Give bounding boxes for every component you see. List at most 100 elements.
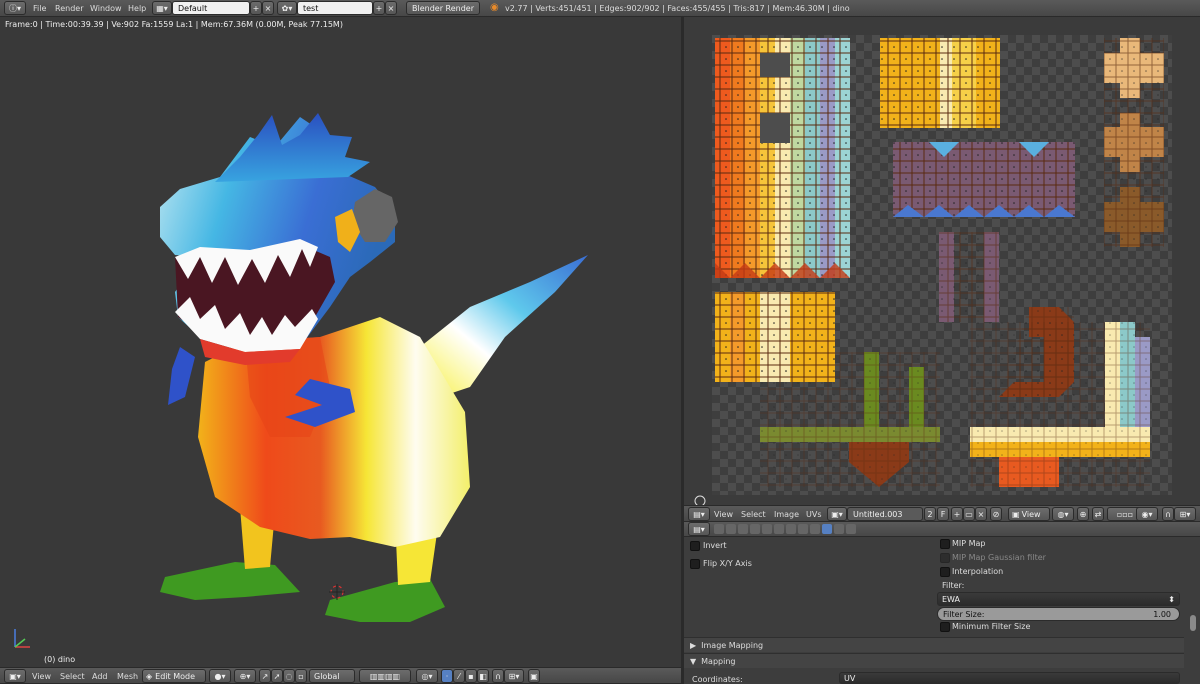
data-tab-icon[interactable]	[798, 524, 808, 534]
uv-island-flowers[interactable]	[1104, 38, 1164, 247]
scene-tab-icon[interactable]	[738, 524, 748, 534]
mipmap-gaussian-checkbox[interactable]	[940, 553, 950, 563]
uv-island-right-bottom[interactable]	[970, 322, 1150, 487]
scale-manipulator[interactable]: ▫	[295, 669, 307, 683]
menu-window[interactable]: Window	[90, 4, 122, 13]
uv-menu-image[interactable]: Image	[774, 510, 799, 519]
editor-type-3d-button[interactable]: ▣▾	[4, 669, 26, 683]
filter-dropdown[interactable]: EWA ⬍	[937, 592, 1180, 606]
minimum-filter-size-checkbox[interactable]	[940, 622, 950, 632]
uv-menu-select[interactable]: Select	[741, 510, 766, 519]
mode-dropdown[interactable]: ◈ Edit Mode	[142, 669, 206, 683]
rotate-manipulator[interactable]: ◌	[283, 669, 295, 683]
coordinates-dropdown[interactable]: UV	[839, 672, 1180, 684]
uv-island-strips[interactable]	[939, 232, 999, 322]
particles-tab-icon[interactable]	[834, 524, 844, 534]
material-tab-icon[interactable]	[810, 524, 820, 534]
mapping-panel-header[interactable]: ▼ Mapping	[684, 653, 1184, 668]
uv-island-top-middle[interactable]	[880, 38, 1000, 128]
remove-layout-button[interactable]: ×	[262, 1, 274, 15]
render-engine-dropdown[interactable]: Blender Render	[406, 1, 480, 15]
editor-type-info-button[interactable]: ⓘ▾	[4, 1, 26, 15]
menu-view[interactable]: View	[32, 672, 51, 681]
proportional-edit-button[interactable]: ◎▾	[416, 669, 438, 683]
new-image-button[interactable]: +	[951, 507, 963, 521]
uv-image-editor[interactable]	[684, 17, 1200, 505]
sync-selection-button[interactable]: ⇄	[1092, 507, 1104, 521]
flip-xy-checkbox[interactable]	[690, 559, 700, 569]
add-scene-button[interactable]: +	[373, 1, 385, 15]
scene-icon-button[interactable]: ✿▾	[277, 1, 297, 15]
uv-island-green[interactable]	[760, 352, 940, 487]
modifiers-tab-icon[interactable]	[786, 524, 796, 534]
face-select-button[interactable]: ▪	[465, 669, 477, 683]
3d-viewport[interactable]: Frame:0 | Time:00:39.39 | Ve:902 Fa:1559…	[0, 17, 681, 667]
object-tab-icon[interactable]	[762, 524, 772, 534]
uv-menu-view[interactable]: View	[714, 510, 733, 519]
fake-user-button[interactable]: F	[937, 507, 949, 521]
image-name-field[interactable]: Untitled.003	[847, 507, 923, 521]
screen-layout-field[interactable]: Default	[172, 1, 250, 15]
constraints-tab-icon[interactable]	[774, 524, 784, 534]
invert-checkbox[interactable]	[690, 541, 700, 551]
menu-mesh[interactable]: Mesh	[117, 672, 138, 681]
coordinates-value: UV	[844, 673, 856, 683]
interpolation-checkbox[interactable]	[940, 567, 950, 577]
remove-scene-button[interactable]: ×	[385, 1, 397, 15]
unlink-image-button[interactable]: ×	[975, 507, 987, 521]
orientation-dropdown[interactable]: Global	[309, 669, 355, 683]
uv-menu-uvs[interactable]: UVs	[806, 510, 822, 519]
collapsed-arrow-icon: ▶	[690, 640, 697, 650]
vertex-select-button[interactable]: ·	[441, 669, 453, 683]
menu-render[interactable]: Render	[55, 4, 83, 13]
properties-scrollbar[interactable]	[1190, 615, 1196, 631]
menu-add[interactable]: Add	[92, 672, 108, 681]
layer-buttons[interactable]: ▥▥▥▥	[359, 669, 411, 683]
editor-type-uv-button[interactable]: ▤▾	[688, 507, 710, 521]
translate-manipulator[interactable]: ➚	[271, 669, 283, 683]
add-layout-button[interactable]: +	[250, 1, 262, 15]
dino-model[interactable]	[0, 17, 681, 667]
property-context-tabs[interactable]	[714, 524, 856, 534]
render-layers-tab-icon[interactable]	[726, 524, 736, 534]
editor-type-properties-button[interactable]: ▤▾	[688, 522, 710, 536]
physics-tab-icon[interactable]	[846, 524, 856, 534]
snap-element-dropdown[interactable]: ⊞▾	[504, 669, 524, 683]
users-count[interactable]: 2	[924, 507, 936, 521]
invert-label: Invert	[703, 541, 727, 550]
mipmap-checkbox[interactable]	[940, 539, 950, 549]
edge-select-button[interactable]: ⁄	[453, 669, 465, 683]
occlude-icon: ◧	[479, 671, 487, 681]
pin-image-button[interactable]: ⊘	[990, 507, 1002, 521]
image-browse-button[interactable]: ▣▾	[827, 507, 847, 521]
screen-layout-icon-button[interactable]: ▦▾	[152, 1, 172, 15]
render-preview-button[interactable]: ▣	[528, 669, 540, 683]
uv-snap-toggle[interactable]: ∩	[1162, 507, 1174, 521]
display-channels-button[interactable]: ◍▾	[1052, 507, 1074, 521]
top-info-bar: ⓘ▾ File Render Window Help ▦▾ Default + …	[0, 0, 1200, 17]
uv-island-body[interactable]	[715, 38, 850, 278]
filter-size-field[interactable]: Filter Size: 1.00	[937, 607, 1180, 621]
menu-file[interactable]: File	[33, 4, 46, 13]
uv-island-purple[interactable]	[893, 142, 1075, 217]
pivot-dropdown[interactable]: ⊕▾	[234, 669, 256, 683]
uv-islands[interactable]	[684, 17, 1200, 505]
snap-toggle[interactable]: ∩	[492, 669, 504, 683]
manipulator-toggle[interactable]: ↗	[259, 669, 271, 683]
texture-tab-icon[interactable]	[822, 524, 832, 534]
open-image-button[interactable]: ▭	[963, 507, 975, 521]
render-tab-icon[interactable]	[714, 524, 724, 534]
view-mode-dropdown[interactable]: ▣ View	[1008, 507, 1050, 521]
shading-dropdown[interactable]: ●▾	[209, 669, 231, 683]
scene-field[interactable]: test	[297, 1, 373, 15]
world-tab-icon[interactable]	[750, 524, 760, 534]
image-mapping-panel-header[interactable]: ▶ Image Mapping	[684, 637, 1184, 652]
menu-select[interactable]: Select	[60, 672, 85, 681]
occlude-geometry-button[interactable]: ◧	[477, 669, 489, 683]
sticky-mode-dropdown[interactable]: ◉▾	[1136, 507, 1158, 521]
uv-2d-cursor-icon[interactable]	[694, 495, 706, 505]
uv-pivot-dropdown[interactable]: ⊕	[1077, 507, 1089, 521]
menu-help[interactable]: Help	[128, 4, 146, 13]
flip-xy-label: Flip X/Y Axis	[703, 559, 752, 568]
uv-snap-dropdown[interactable]: ⊞▾	[1174, 507, 1196, 521]
